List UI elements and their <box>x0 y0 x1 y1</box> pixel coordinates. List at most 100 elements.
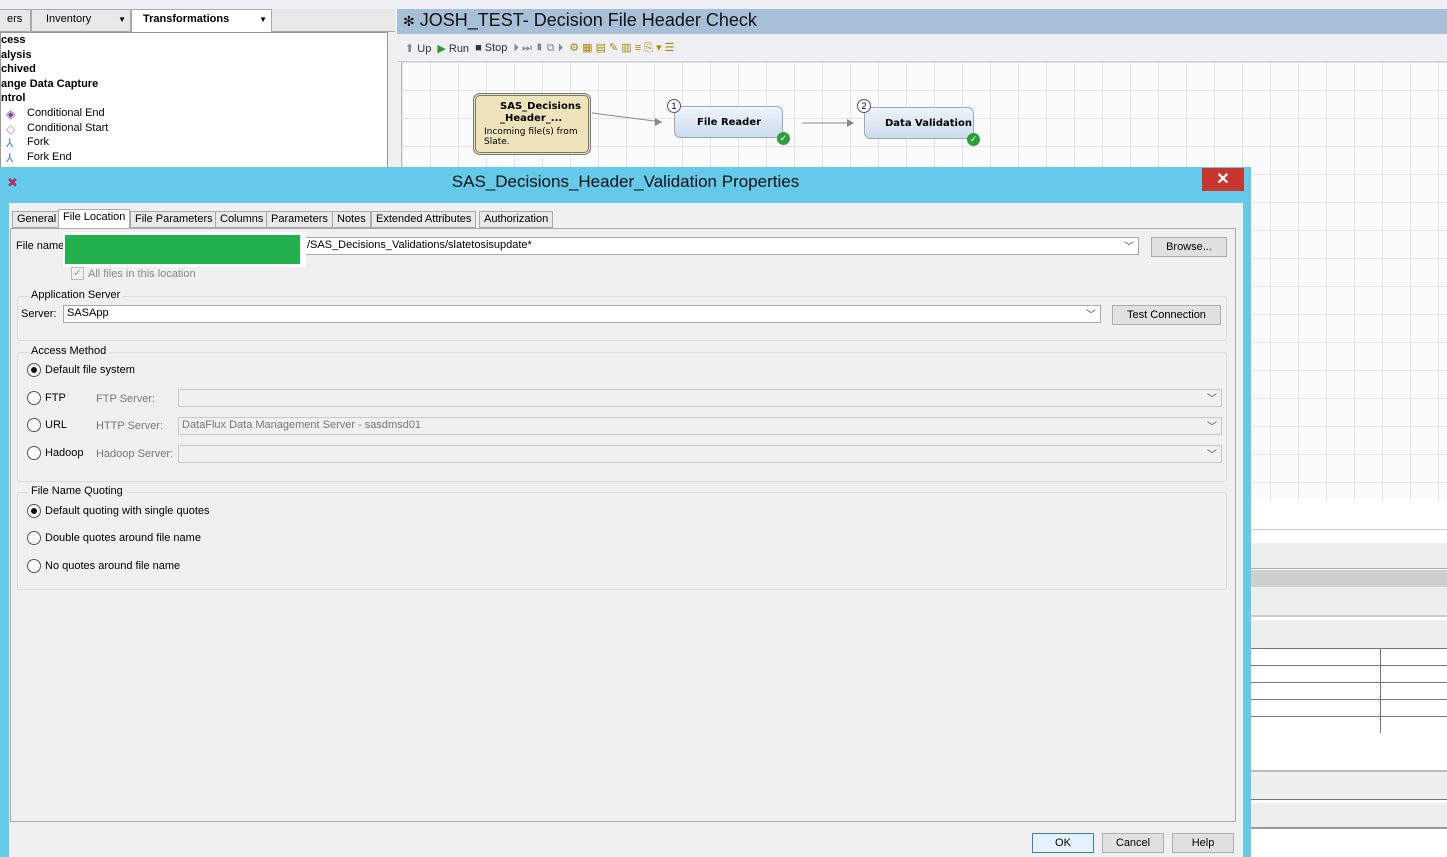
chevron-down-icon[interactable]: ﹀ <box>1207 418 1217 433</box>
radio-label: Default quoting with single quotes <box>45 505 210 517</box>
tree-item-label: Conditional Start <box>27 121 109 134</box>
all-files-checkbox[interactable]: ✓ All files in this location <box>71 267 196 280</box>
job-toolbar: ⬆ Up ▶ Run ■ Stop ⏵ ⏭ ▮ ⧉ ⏵ ⚙ ▦ ▤ ✎ ▥ ≡ … <box>397 35 1447 62</box>
fork-end-icon: ⅄ <box>6 150 14 165</box>
stop-button[interactable]: ■ Stop <box>475 42 507 54</box>
ftp-server-select[interactable]: ﹀ <box>178 389 1222 407</box>
close-button[interactable]: ✕ <box>1202 168 1244 191</box>
test-connection-button[interactable]: Test Connection <box>1112 305 1221 325</box>
radio-double-quotes[interactable]: Double quotes around file name <box>27 531 201 545</box>
run-button[interactable]: ▶ Run <box>437 42 469 55</box>
chevron-down-icon[interactable]: ﹀ <box>1124 238 1134 253</box>
file-reader-node[interactable]: File Reader <box>674 106 783 138</box>
fork-icon: ⅄ <box>6 136 14 151</box>
step-badge: 1 <box>667 99 681 113</box>
tree-item-label: Fork End <box>27 150 72 163</box>
radio-label: FTP <box>45 392 66 404</box>
play-icon: ▶ <box>437 42 446 55</box>
browse-button[interactable]: Browse... <box>1151 237 1227 257</box>
stop-icon: ■ <box>475 42 482 54</box>
node-label: Data Validation <box>885 118 972 129</box>
tab-extended-attributes[interactable]: Extended Attributes <box>371 211 477 228</box>
chevron-down-icon[interactable]: ﹀ <box>1207 390 1217 405</box>
tab-columns[interactable]: Columns <box>215 211 269 228</box>
server-value: SASApp <box>67 307 109 319</box>
tab-general[interactable]: General <box>12 211 62 228</box>
hadoop-server-select[interactable]: ﹀ <box>178 445 1222 463</box>
radio-selected-icon <box>27 504 41 518</box>
tree-item[interactable]: ⅄ Fork End <box>1 150 387 165</box>
chevron-down-icon[interactable]: ▼ <box>118 15 126 24</box>
source-table-node[interactable]: SAS_Decisions _Header_... Incoming file(… <box>473 93 591 155</box>
http-server-label: HTTP Server: <box>96 420 164 432</box>
file-name-value: /SAS_Decisions_Validations/slatetosisupd… <box>307 239 532 251</box>
group-label: File Name Quoting <box>28 485 126 497</box>
diamond-icon: ◈ <box>6 106 16 121</box>
tab-file-parameters[interactable]: File Parameters <box>130 211 218 228</box>
radio-default-file-system[interactable]: Default file system <box>27 363 135 377</box>
all-files-label: All files in this location <box>88 267 196 280</box>
redaction-box <box>63 232 306 267</box>
radio-no-quotes[interactable]: No quotes around file name <box>27 559 180 573</box>
background-properties-pane <box>1251 500 1447 857</box>
tab-label: Inventory <box>46 13 92 25</box>
data-validation-node[interactable]: Data Validation <box>864 107 974 139</box>
tab-inventory[interactable]: Inventory ▼ <box>31 9 131 32</box>
main-toolbar <box>0 0 1447 9</box>
transformations-tree: cess alysis chived ange Data Capture ntr… <box>0 32 388 172</box>
node-title: SAS_Decisions _Header_... <box>500 101 581 124</box>
tree-item[interactable]: ⅄ Fork <box>1 135 387 150</box>
success-check-icon: ✓ <box>777 132 790 145</box>
left-panel-tabs: ers Inventory ▼ Transformations ▼ <box>0 9 395 32</box>
ftp-server-label: FTP Server: <box>96 393 156 405</box>
cancel-button[interactable]: Cancel <box>1102 833 1164 853</box>
chevron-down-icon[interactable]: ﹀ <box>1207 446 1217 461</box>
diamond-icon: ◇ <box>6 121 16 136</box>
tree-category[interactable]: ntrol <box>1 91 387 106</box>
options-icon[interactable]: ⚙ ▦ ▤ ✎ ▥ ≡ ⎘ ▾ ☰ <box>569 41 674 55</box>
tab-notes[interactable]: Notes <box>332 211 371 228</box>
server-select[interactable]: SASApp ﹀ <box>63 305 1101 323</box>
tree-category[interactable]: cess <box>1 33 387 48</box>
up-button[interactable]: ⬆ Up <box>405 42 431 55</box>
tab-label: Transformations <box>143 13 230 25</box>
dialog-title: SAS_Decisions_Header_Validation Properti… <box>451 172 800 191</box>
help-button[interactable]: Help <box>1172 833 1234 853</box>
tree-item[interactable]: ◈ Conditional End <box>1 106 387 121</box>
radio-label: No quotes around file name <box>45 560 181 572</box>
radio-icon <box>27 391 41 405</box>
radio-icon <box>27 559 41 573</box>
step-icon[interactable]: ⏵ ⏭ ▮ ⧉ ⏵ <box>513 42 563 55</box>
success-check-icon: ✓ <box>967 133 980 146</box>
tree-item-label: Conditional End <box>27 106 105 119</box>
file-name-input[interactable]: /SAS_Decisions_Validations/slatetosisupd… <box>303 237 1139 255</box>
radio-icon <box>27 531 41 545</box>
group-label: Application Server <box>28 289 124 301</box>
tab-file-location[interactable]: File Location <box>58 209 131 229</box>
up-label: Up <box>417 42 432 55</box>
http-server-value: DataFlux Data Management Server - sasdms… <box>182 419 422 431</box>
tab-authorization[interactable]: Authorization <box>479 211 554 228</box>
tree-category[interactable]: chived <box>1 62 387 77</box>
tree-category[interactable]: alysis <box>1 48 387 63</box>
radio-label: Hadoop <box>45 447 84 459</box>
tree-item-label: Fork <box>27 136 49 149</box>
radio-ftp[interactable]: FTP <box>27 391 66 405</box>
checkbox-checked-icon: ✓ <box>71 267 84 280</box>
tab-folders[interactable]: ers <box>0 9 31 32</box>
tab-parameters[interactable]: Parameters <box>266 211 333 228</box>
tree-item[interactable]: ◇ Conditional Start <box>1 121 387 136</box>
radio-hadoop[interactable]: Hadoop <box>27 446 84 460</box>
server-label: Server: <box>21 308 57 320</box>
ok-button[interactable]: OK <box>1032 833 1094 853</box>
chevron-down-icon[interactable]: ﹀ <box>1086 306 1096 321</box>
node-label: File Reader <box>697 117 762 128</box>
tab-transformations[interactable]: Transformations ▼ <box>131 9 272 32</box>
run-label: Run <box>448 42 470 55</box>
chevron-down-icon[interactable]: ▼ <box>259 15 267 24</box>
tree-category[interactable]: ange Data Capture <box>1 77 387 92</box>
radio-single-quotes[interactable]: Default quoting with single quotes <box>27 504 210 518</box>
radio-url[interactable]: URL <box>27 418 67 432</box>
http-server-select[interactable]: DataFlux Data Management Server - sasdms… <box>178 417 1222 435</box>
stop-label: Stop <box>484 42 508 54</box>
